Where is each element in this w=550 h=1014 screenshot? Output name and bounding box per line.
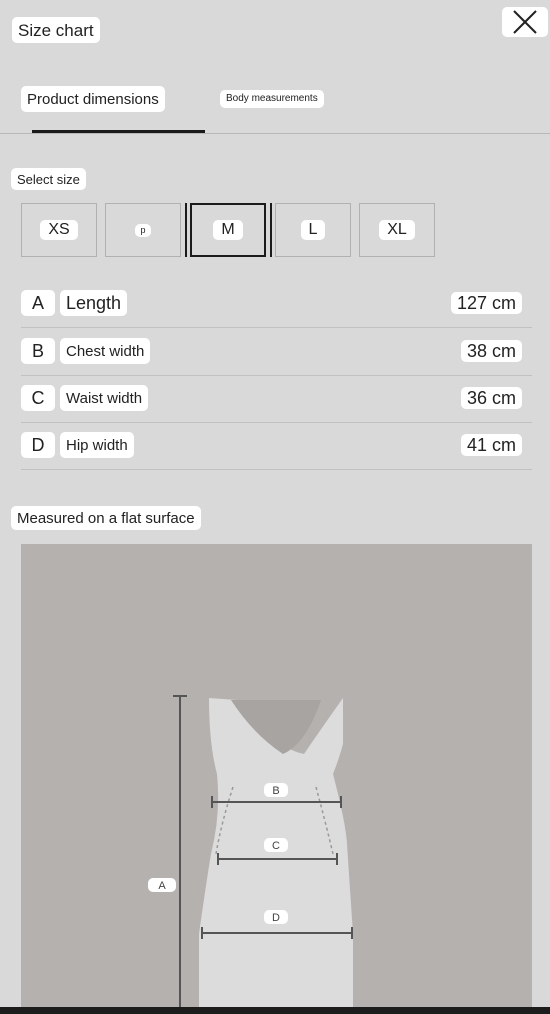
measurement-value: 38 cm (460, 340, 522, 362)
size-button-xl[interactable]: XL (359, 203, 435, 257)
size-label: XS (40, 220, 78, 240)
measurement-name: Waist width (60, 385, 149, 411)
marker-c: C (272, 840, 280, 852)
size-button-m[interactable]: M (190, 203, 266, 257)
size-label: M (213, 220, 243, 240)
tab-body-measurements[interactable]: Body measurements (220, 90, 324, 108)
marker-a: A (158, 880, 166, 892)
measurement-value: 127 cm (450, 292, 522, 314)
selection-bar (270, 203, 272, 257)
size-label: L (300, 220, 326, 240)
close-button[interactable] (502, 7, 548, 37)
system-bottom-bar (0, 1007, 550, 1014)
measurement-name: Hip width (60, 432, 134, 458)
illustration-caption: Measured on a flat surface (11, 506, 201, 530)
close-icon (513, 10, 537, 34)
measurement-letter: A (21, 290, 55, 316)
dress-diagram: A B C D (148, 695, 353, 1014)
marker-d: D (272, 912, 280, 924)
select-size-label: Select size (11, 168, 86, 190)
measurement-value: 41 cm (460, 434, 522, 456)
size-button-l[interactable]: L (275, 203, 351, 257)
measurement-value: 36 cm (460, 387, 522, 409)
size-button-p[interactable]: p (105, 203, 181, 257)
measurement-letter: C (21, 385, 55, 411)
tab-product-dimensions[interactable]: Product dimensions (21, 86, 165, 112)
dress-illustration: A B C D (21, 544, 532, 1014)
measurement-row-waist: C Waist width 36 cm (21, 377, 532, 423)
measurement-row-hip: D Hip width 41 cm (21, 424, 532, 470)
page-title: Size chart (12, 17, 100, 43)
measurement-row-length: A Length 127 cm (21, 282, 532, 328)
tabs-divider (0, 133, 550, 134)
size-button-xs[interactable]: XS (21, 203, 97, 257)
measurement-letter: D (21, 432, 55, 458)
selection-bar (185, 203, 187, 257)
measurement-row-chest: B Chest width 38 cm (21, 330, 532, 376)
size-label: XL (379, 220, 415, 240)
measurement-letter: B (21, 338, 55, 364)
marker-b: B (272, 785, 279, 797)
measurement-name: Length (60, 290, 128, 316)
measurement-name: Chest width (60, 338, 151, 364)
size-label: p (135, 223, 151, 237)
